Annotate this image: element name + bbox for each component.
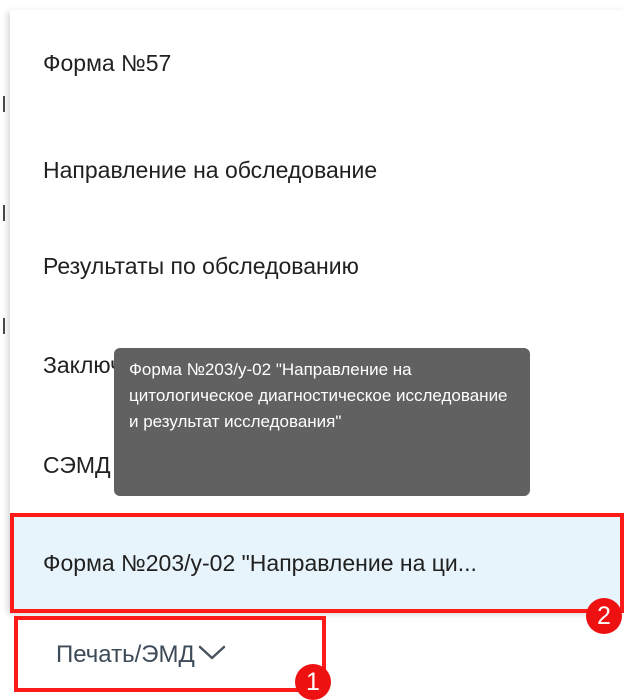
menu-item-examination-referral[interactable]: Направление на обследование (10, 117, 624, 224)
left-edge-mark (3, 205, 5, 221)
annotation-box-print-button (14, 616, 326, 692)
menu-item-label: Направление на обследование (43, 157, 378, 183)
menu-item-label: Результаты по обследованию (43, 253, 359, 279)
menu-item-label: Форма №57 (43, 50, 172, 76)
annotation-badge-1: 1 (295, 664, 331, 700)
annotation-box-form-203 (10, 513, 624, 613)
menu-item-examination-results[interactable]: Результаты по обследованию (10, 213, 624, 320)
menu-item-form-57[interactable]: Форма №57 (10, 10, 624, 117)
left-edge-mark (3, 318, 5, 334)
tooltip: Форма №203/у-02 "Направление на цитологи… (114, 348, 530, 496)
left-edge-mark (3, 96, 5, 112)
annotation-badge-2: 2 (586, 598, 622, 634)
